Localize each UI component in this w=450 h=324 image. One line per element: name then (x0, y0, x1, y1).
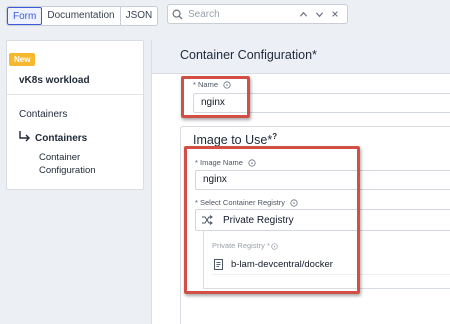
private-registry-box: Private Registry * b-lam-devcentral/dock… (203, 231, 450, 289)
tab-json[interactable]: JSON (121, 7, 158, 25)
sidebar: New vK8s workload Containers Containers … (6, 40, 144, 190)
view-tabs: Form Documentation JSON (6, 6, 159, 26)
image-section-title: Image to Use*? (193, 132, 278, 148)
return-arrow-icon (19, 131, 30, 142)
sidebar-divider (7, 94, 143, 95)
chevron-up-icon[interactable] (295, 6, 311, 22)
image-name-label: * Image Name (195, 158, 256, 167)
tab-form[interactable]: Form (7, 7, 43, 25)
sidebar-item-containers-active[interactable]: Containers (35, 133, 87, 144)
shuffle-icon (202, 215, 213, 225)
private-registry-value: b-lam-devcentral/docker (231, 259, 333, 270)
page-title: Container Configuration* (180, 48, 317, 62)
help-icon[interactable] (223, 81, 231, 89)
page: Form Documentation JSON New vK8s workloa… (0, 0, 450, 324)
name-field[interactable]: nginx (193, 93, 450, 113)
image-name-field[interactable]: nginx (195, 170, 450, 190)
registry-select[interactable]: Private Registry (195, 209, 450, 231)
help-icon[interactable] (290, 199, 298, 207)
help-icon[interactable] (271, 242, 278, 250)
sidebar-item-container-configuration[interactable]: Container Configuration (39, 151, 109, 177)
sidebar-item-containers[interactable]: Containers (19, 109, 67, 120)
tab-documentation[interactable]: Documentation (42, 7, 121, 25)
search-input[interactable] (188, 8, 295, 20)
select-registry-label: * Select Container Registry (195, 198, 298, 207)
image-section: Image to Use*? * Image Name nginx * Sele… (180, 126, 450, 324)
main-panel: Container Configuration* * Name nginx Im… (151, 40, 450, 324)
search-bar (167, 4, 348, 24)
workload-title: vK8s workload (19, 75, 90, 86)
main-header: Container Configuration* (152, 40, 450, 74)
private-registry-field[interactable]: b-lam-devcentral/docker (212, 255, 450, 275)
chevron-down-icon[interactable] (311, 6, 327, 22)
name-label: * Name (193, 80, 231, 89)
private-registry-label: Private Registry * (212, 241, 278, 250)
document-icon (214, 259, 223, 270)
new-badge: New (9, 53, 36, 66)
help-icon[interactable] (248, 159, 256, 167)
close-icon[interactable] (327, 6, 343, 22)
search-icon (172, 9, 183, 20)
registry-select-value: Private Registry (223, 214, 294, 226)
help-icon[interactable]: ? (272, 132, 277, 141)
